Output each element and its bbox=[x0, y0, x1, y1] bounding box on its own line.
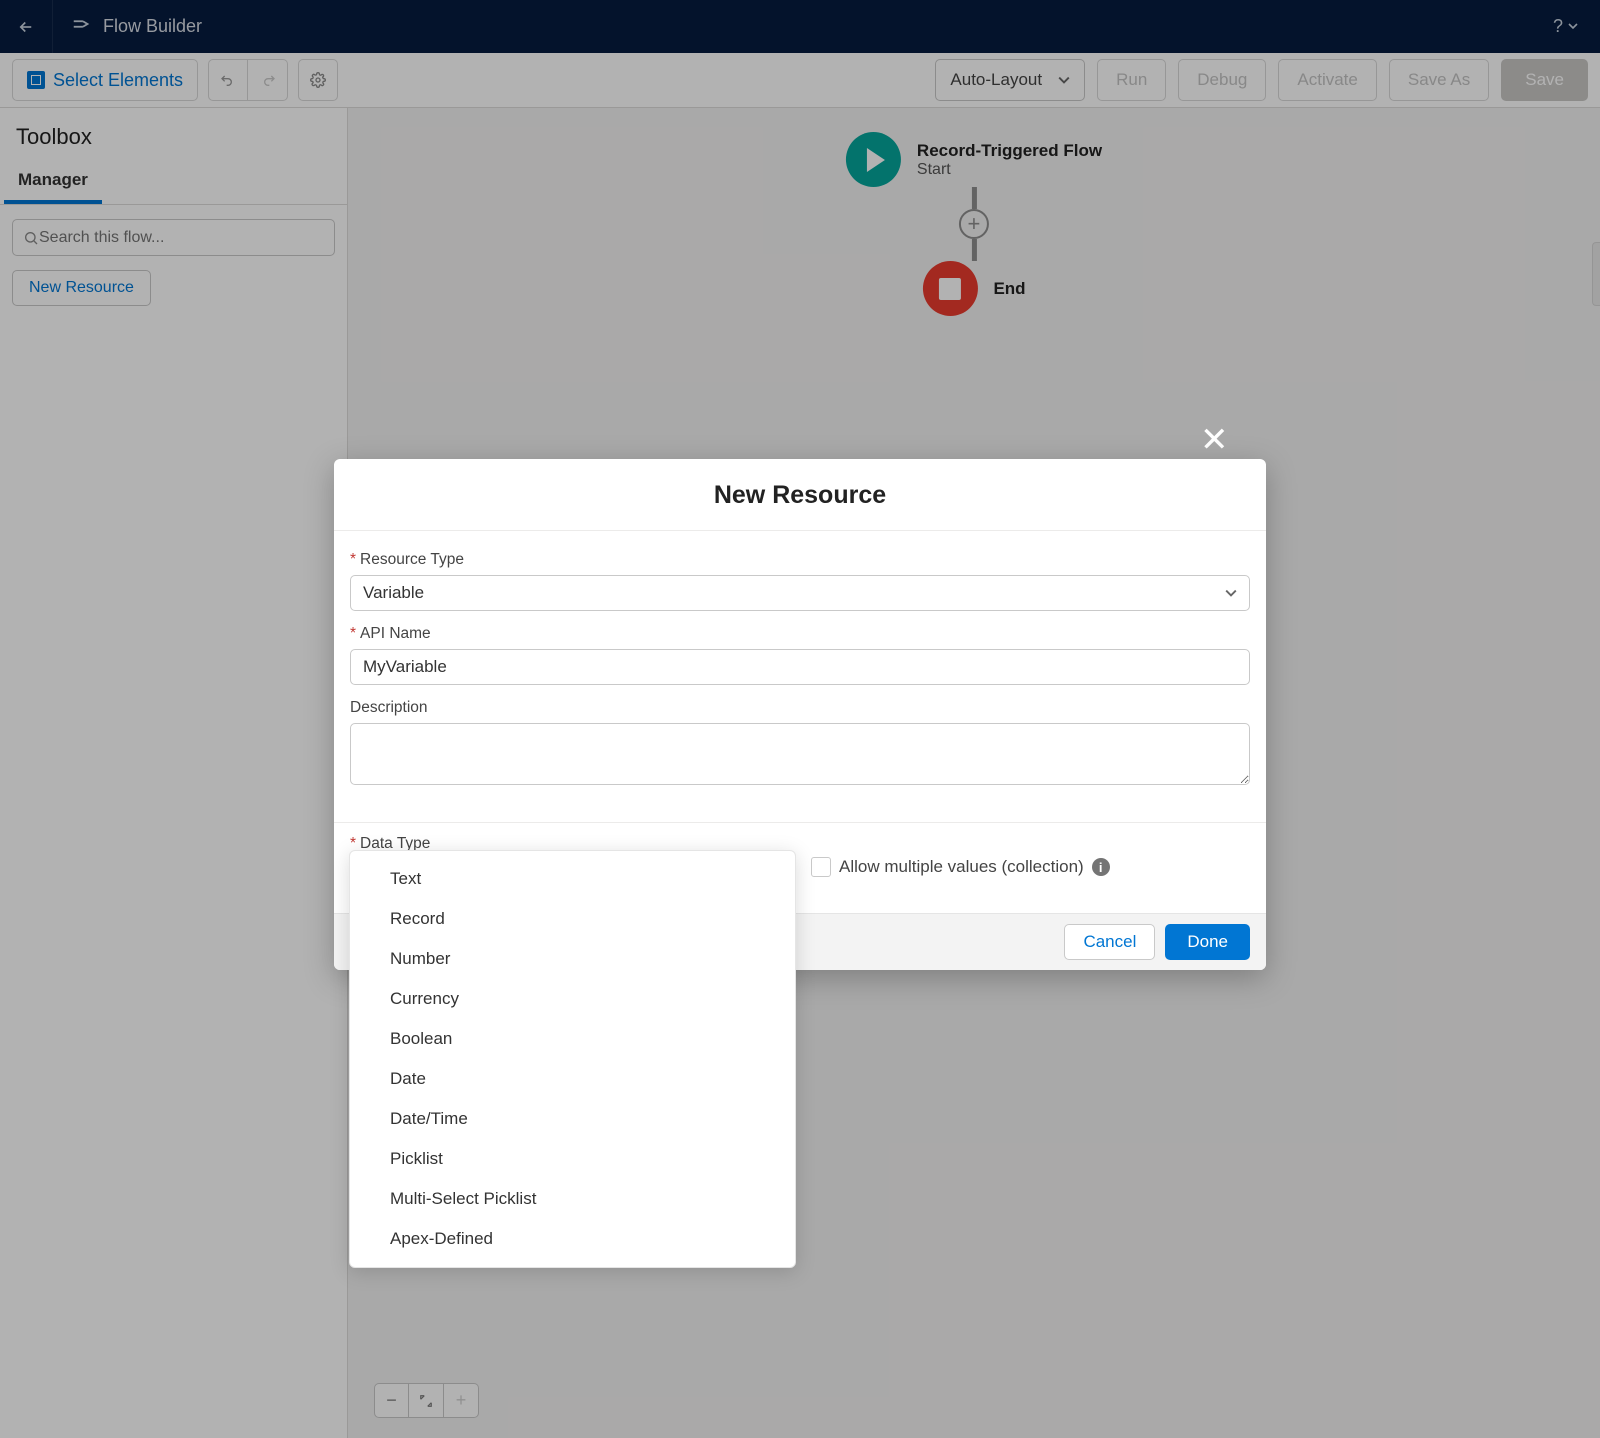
close-modal-button[interactable]: ✕ bbox=[1200, 420, 1229, 460]
allow-multiple-checkbox[interactable] bbox=[811, 857, 831, 877]
modal-title: New Resource bbox=[358, 481, 1242, 510]
info-icon[interactable]: i bbox=[1092, 858, 1110, 876]
resource-type-combobox[interactable]: Variable bbox=[350, 575, 1250, 611]
chevron-down-icon bbox=[1225, 587, 1237, 599]
data-type-option[interactable]: Text bbox=[350, 859, 795, 899]
description-textarea[interactable] bbox=[350, 723, 1250, 785]
cancel-button[interactable]: Cancel bbox=[1064, 924, 1155, 960]
data-type-option[interactable]: Date/Time bbox=[350, 1099, 795, 1139]
resource-type-label: Resource Type bbox=[360, 551, 464, 569]
data-type-option[interactable]: Record bbox=[350, 899, 795, 939]
resource-type-value: Variable bbox=[363, 583, 424, 603]
data-type-option[interactable]: Boolean bbox=[350, 1019, 795, 1059]
allow-multiple-label: Allow multiple values (collection) bbox=[839, 857, 1084, 877]
api-name-input[interactable] bbox=[350, 649, 1250, 685]
data-type-option[interactable]: Apex-Defined bbox=[350, 1219, 795, 1259]
data-type-option[interactable]: Picklist bbox=[350, 1139, 795, 1179]
data-type-option[interactable]: Multi-Select Picklist bbox=[350, 1179, 795, 1219]
data-type-dropdown-list: TextRecordNumberCurrencyBooleanDateDate/… bbox=[349, 850, 796, 1268]
data-type-option[interactable]: Number bbox=[350, 939, 795, 979]
description-label: Description bbox=[350, 699, 428, 717]
data-type-option[interactable]: Date bbox=[350, 1059, 795, 1099]
data-type-option[interactable]: Currency bbox=[350, 979, 795, 1019]
api-name-label: API Name bbox=[360, 625, 431, 643]
done-button[interactable]: Done bbox=[1165, 924, 1250, 960]
